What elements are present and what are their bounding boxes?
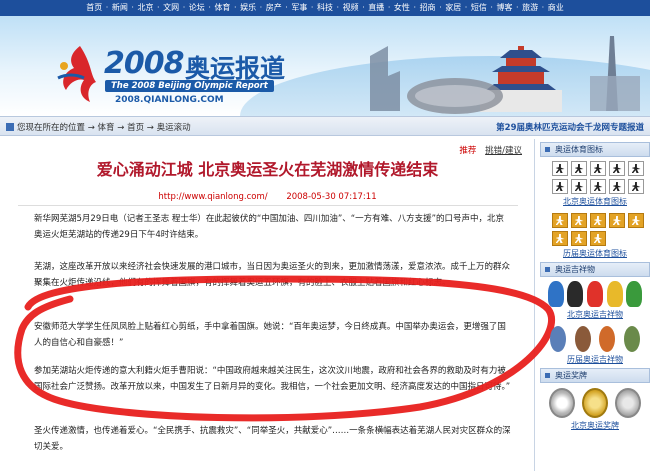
nav-item-entertainment[interactable]: 娱乐 (240, 3, 256, 12)
nav-item-news[interactable]: 新闻 (112, 3, 128, 12)
article-paragraph-5: 圣火传递激情，也传递着爱心。“全民携手、抗震救灾”、“同举圣火，共献爱心”……一… (34, 426, 511, 452)
sidebar: 奥运体育图标 北京奥运体育图标 历届奥运体育图标 奥运吉祥物 北京奥运吉祥物 历… (540, 139, 650, 471)
nav-item-blog[interactable]: 博客 (496, 3, 512, 12)
pictogram-icon[interactable] (628, 213, 644, 228)
article-paragraph-1: 新华网芜湖5月29日电（记者王圣志 程士华）在此起彼伏的“中国加油、四川加油”、… (34, 214, 505, 240)
sidebar-heading-sports-icons[interactable]: 奥运体育图标 (540, 142, 650, 157)
nav-item-beijing[interactable]: 北京 (138, 3, 154, 12)
nav-item-travel[interactable]: 旅游 (522, 3, 538, 12)
nav-item-women[interactable]: 女性 (394, 3, 410, 12)
recommend-link[interactable]: 推荐 (459, 146, 476, 156)
pictogram-icon[interactable] (571, 179, 587, 194)
pictogram-icon[interactable] (571, 213, 587, 228)
special-report-title: 第29届奥林匹克运动会千龙网专题报道 (496, 123, 644, 133)
nav-item-forum[interactable]: 论坛 (189, 3, 205, 12)
nav-item-home[interactable]: 首页 (86, 3, 102, 12)
history-mascot-caption[interactable]: 历届奥运吉祥物 (540, 354, 650, 365)
history-mascot-icon[interactable] (623, 326, 640, 352)
pictogram-icon[interactable] (590, 213, 606, 228)
mascot-jingjing-icon[interactable] (567, 281, 584, 307)
sports-pictogram-grid[interactable] (540, 157, 650, 194)
sidebar-heading-medals[interactable]: 奥运奖牌 (540, 368, 650, 383)
medal-icon[interactable] (614, 388, 641, 418)
history-mascot-icon[interactable] (599, 326, 616, 352)
mascot-beibei-icon[interactable] (547, 281, 564, 307)
home-icon (6, 123, 14, 131)
medal-icon[interactable] (549, 388, 576, 418)
breadcrumb-item-olympic-scroll[interactable]: 奥运滚动 (157, 123, 191, 133)
article-paragraph-3: 安徽师范大学学生任凤凤脸上贴着红心剪纸，手中拿着国旗。她说：“百年奥运梦，今日终… (34, 322, 506, 348)
logo-english-subtitle: The 2008 Beijing Olympic Report (105, 80, 274, 92)
mascot-yingying-icon[interactable] (606, 281, 623, 307)
nav-item-military[interactable]: 军事 (291, 3, 307, 12)
mascot-images[interactable] (540, 277, 650, 307)
pictogram-icon[interactable] (628, 179, 644, 194)
pictogram-icon[interactable] (552, 161, 568, 176)
history-icons-caption[interactable]: 历届奥运体育图标 (540, 248, 650, 259)
pictogram-icon[interactable] (628, 161, 644, 176)
nav-item-business-invite[interactable]: 招商 (420, 3, 436, 12)
history-mascot-images[interactable] (540, 322, 650, 352)
pictogram-icon[interactable] (590, 161, 606, 176)
mascot-caption[interactable]: 北京奥运吉祥物 (540, 309, 650, 320)
pictogram-icon[interactable] (590, 179, 606, 194)
divider (18, 205, 518, 206)
nav-item-tech[interactable]: 科技 (317, 3, 333, 12)
torch-runner-logo-icon (57, 46, 96, 102)
sports-icons-caption[interactable]: 北京奥运体育图标 (540, 196, 650, 207)
mascot-huanhuan-icon[interactable] (586, 281, 603, 307)
nav-item-live[interactable]: 直播 (368, 3, 384, 12)
logo-url[interactable]: 2008.QIANLONG.COM (115, 95, 224, 105)
history-mascot-icon[interactable] (550, 326, 567, 352)
article-paragraph-4: 参加芜湖站火炬传递的意大利籍火炬手曹阳说：“中国政府越来越关注民生，这次汶川地震… (34, 366, 511, 392)
pictogram-icon[interactable] (609, 213, 625, 228)
medal-caption[interactable]: 北京奥运奖牌 (540, 420, 650, 431)
breadcrumb-bar: 您现在所在的位置 → 体育 → 首页 → 奥运滚动 第29届奥林匹克运动会千龙网… (0, 116, 650, 136)
breadcrumb-label: 您现在所在的位置 (17, 123, 86, 133)
article-datetime: 2008-05-30 07:17:11 (286, 192, 377, 202)
medal-icon[interactable] (581, 388, 608, 418)
nav-item-sms[interactable]: 短信 (471, 3, 487, 12)
report-error-link[interactable]: 挑错/建议 (485, 146, 522, 156)
pictogram-icon[interactable] (609, 161, 625, 176)
breadcrumb-item-home[interactable]: 首页 (127, 123, 144, 133)
beijing-landmarks-illustration (370, 36, 640, 114)
top-nav: 首页 · 新闻 · 北京 · 文网 · 论坛 · 体育 · 娱乐 · 房产 · … (0, 0, 650, 16)
breadcrumb: 您现在所在的位置 → 体育 → 首页 → 奥运滚动 (6, 121, 191, 133)
sidebar-heading-mascots[interactable]: 奥运吉祥物 (540, 262, 650, 277)
breadcrumb-item-sports[interactable]: 体育 (98, 123, 115, 133)
pictogram-icon[interactable] (571, 161, 587, 176)
article-paragraph-2: 芜湖，这座改革开放以来经济社会快速发展的港口城市，当日因为奥运圣火的到来，更加激… (34, 262, 511, 288)
article-headline: 爱心涌动江城 北京奥运圣火在芜湖激情传递结束 (96, 160, 439, 179)
mascot-nini-icon[interactable] (626, 281, 643, 307)
article-tools: 推荐 挑错/建议 (459, 144, 522, 156)
medal-images[interactable] (540, 383, 650, 418)
article-main: 推荐 挑错/建议 爱心涌动江城 北京奥运圣火在芜湖激情传递结束 http://w… (0, 139, 535, 471)
pictogram-icon[interactable] (552, 231, 568, 246)
pictogram-icon[interactable] (590, 231, 606, 246)
nav-item-culture[interactable]: 文网 (163, 3, 179, 12)
pictogram-icon[interactable] (609, 179, 625, 194)
pictogram-icon[interactable] (571, 231, 587, 246)
history-pictogram-grid[interactable] (540, 209, 650, 246)
nav-item-commerce[interactable]: 商业 (548, 3, 564, 12)
nav-item-video[interactable]: 视频 (343, 3, 359, 12)
nav-item-sports[interactable]: 体育 (214, 3, 230, 12)
pictogram-icon[interactable] (552, 179, 568, 194)
nav-item-realestate[interactable]: 房产 (266, 3, 282, 12)
logo-number: 2008 (104, 46, 184, 81)
pictogram-icon[interactable] (552, 213, 568, 228)
nav-item-home-deco[interactable]: 家居 (445, 3, 461, 12)
article-meta: http://www.qianlong.com/ 2008-05-30 07:1… (0, 192, 535, 202)
source-url-link[interactable]: http://www.qianlong.com/ (158, 192, 267, 202)
history-mascot-icon[interactable] (574, 326, 591, 352)
olympic-banner: 2008 奥运报道 The 2008 Beijing Olympic Repor… (0, 16, 650, 116)
